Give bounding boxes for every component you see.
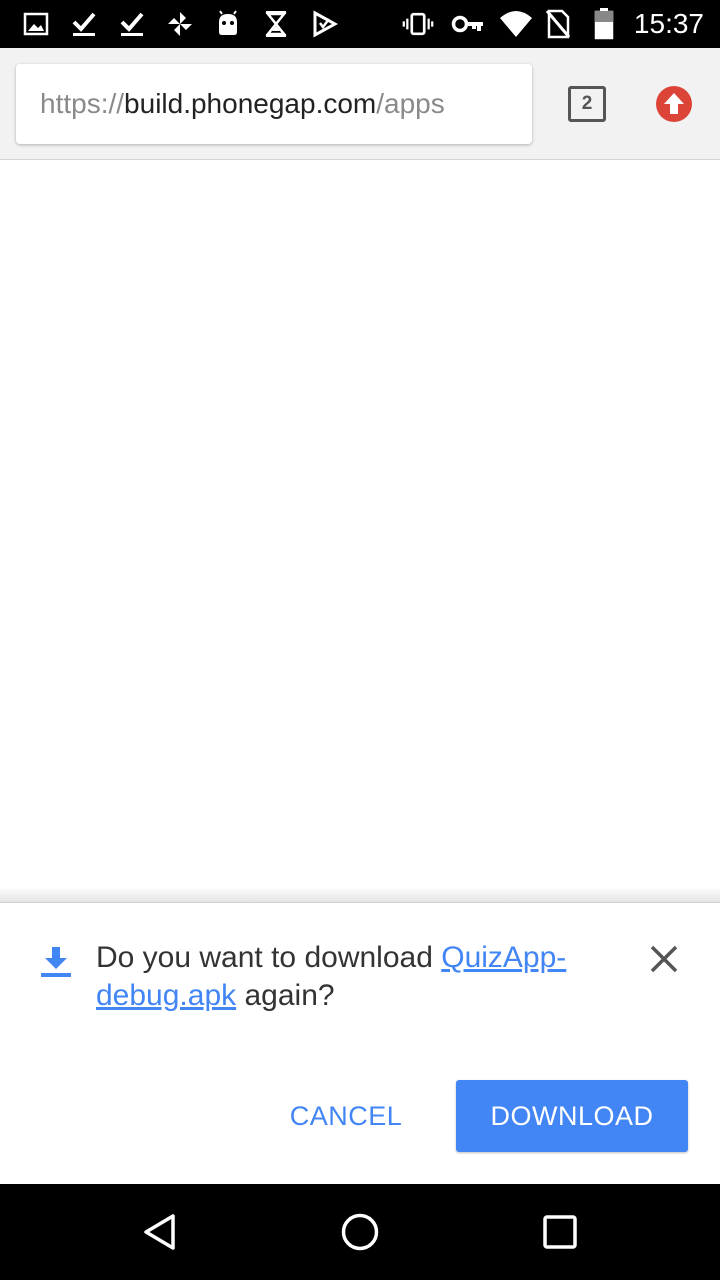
recents-button[interactable]	[536, 1208, 584, 1256]
message-prefix: Do you want to download	[96, 941, 442, 974]
url-path: /apps	[376, 88, 445, 119]
message-suffix: again?	[236, 979, 335, 1012]
vibrate-icon	[402, 8, 434, 40]
status-clock: 15:37	[633, 8, 704, 39]
wifi-icon	[498, 8, 534, 40]
no-sim-icon	[542, 8, 574, 40]
infobar-divider	[0, 887, 720, 903]
browser-toolbar: https://build.phonegap.com/apps 2	[0, 48, 720, 160]
url-scheme: https://	[40, 88, 125, 119]
back-icon	[144, 1214, 175, 1250]
update-button[interactable]	[654, 84, 694, 124]
status-bar: 15:37	[0, 0, 720, 48]
cancel-button[interactable]: CANCEL	[278, 1080, 414, 1152]
vpn-key-icon	[450, 8, 486, 40]
close-button[interactable]	[644, 939, 684, 979]
navigation-bar	[0, 1184, 720, 1280]
back-button[interactable]	[136, 1208, 184, 1256]
play-store-icon	[308, 8, 340, 40]
download-icon	[38, 943, 74, 979]
hourglass-icon	[260, 8, 292, 40]
url-bar[interactable]: https://build.phonegap.com/apps	[16, 64, 532, 144]
check-notification-icon	[116, 8, 148, 40]
update-arrow-icon	[656, 86, 692, 122]
page-content	[0, 161, 720, 887]
home-icon	[341, 1213, 379, 1251]
tab-switcher-button[interactable]: 2	[568, 86, 606, 122]
download-message: Do you want to download QuizApp-debug.ap…	[96, 939, 616, 1015]
pinwheel-app-icon	[164, 8, 196, 40]
home-button[interactable]	[336, 1208, 384, 1256]
check-notification-icon	[68, 8, 100, 40]
android-debug-icon	[212, 8, 244, 40]
recents-icon	[543, 1215, 577, 1249]
tab-count: 2	[581, 93, 593, 114]
download-infobar: Do you want to download QuizApp-debug.ap…	[0, 887, 720, 1184]
image-notification-icon	[20, 8, 52, 40]
url-host: build.phonegap.com	[124, 88, 377, 119]
download-button[interactable]: DOWNLOAD	[456, 1080, 688, 1152]
close-icon	[650, 945, 678, 973]
battery-icon	[588, 8, 620, 40]
